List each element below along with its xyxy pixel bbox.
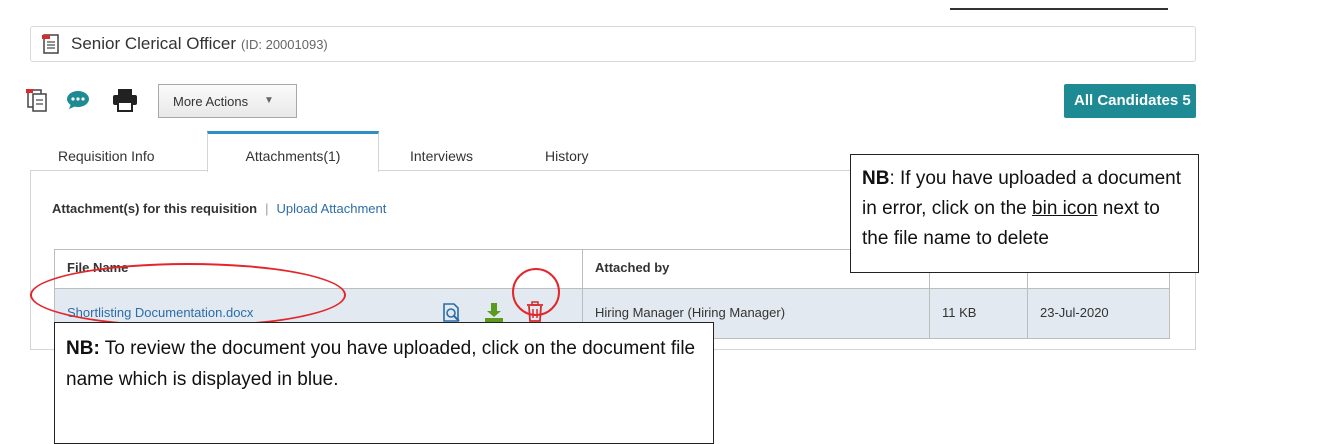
- delete-instruction-callout: NB: If you have uploaded a document in e…: [850, 154, 1199, 273]
- top-divider-line: [950, 8, 1168, 10]
- callout-text: To review the document you have uploaded…: [66, 338, 696, 390]
- date-cell: 23-Jul-2020: [1040, 305, 1109, 320]
- copy-document-icon[interactable]: [26, 86, 48, 117]
- review-instruction-callout: NB: To review the document you have uplo…: [54, 322, 714, 444]
- more-actions-button[interactable]: More Actions ▼: [158, 84, 297, 118]
- attachments-heading-text: Attachment(s) for this requisition: [52, 201, 258, 216]
- tab-interviews[interactable]: Interviews: [410, 140, 473, 171]
- print-icon[interactable]: [112, 88, 138, 117]
- nb-label: NB: [862, 168, 890, 189]
- upload-attachment-link[interactable]: Upload Attachment: [277, 201, 387, 216]
- callout-underlined-text: bin icon: [1032, 198, 1098, 219]
- attachments-heading: Attachment(s) for this requisition | Uploa…: [52, 201, 386, 216]
- all-candidates-button[interactable]: All Candidates 5: [1064, 84, 1196, 118]
- file-size-cell: 11 KB: [942, 305, 977, 320]
- file-name-link[interactable]: Shortlisting Documentation.docx: [67, 305, 253, 320]
- requisition-title-bar: Senior Clerical Officer (ID: 20001093): [30, 26, 1196, 62]
- comment-icon[interactable]: [66, 90, 90, 115]
- tab-history[interactable]: History: [545, 140, 589, 171]
- nb-label: NB:: [66, 338, 100, 359]
- tab-attachments[interactable]: Attachments(1): [207, 131, 379, 172]
- heading-separator: |: [265, 201, 269, 216]
- caret-down-icon: ▼: [264, 95, 274, 106]
- requisition-id: (ID: 20001093): [241, 37, 328, 52]
- document-icon: [41, 33, 61, 60]
- column-header-file-name: File Name: [55, 250, 582, 288]
- more-actions-label: More Actions: [173, 94, 249, 109]
- tab-requisition-info[interactable]: Requisition Info: [58, 140, 155, 171]
- page-title: Senior Clerical Officer (ID: 20001093): [71, 34, 328, 53]
